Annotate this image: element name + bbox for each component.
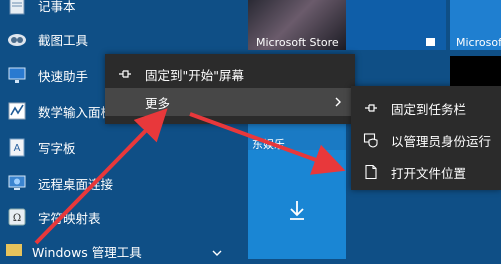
submenu-more: 固定到任务栏 以管理员身份运行 打开文件位置: [351, 86, 501, 190]
download-arrow-icon: [290, 201, 304, 220]
notepad-icon: [9, 0, 25, 15]
menu-label: 打开文件位置: [391, 165, 467, 181]
tile-right-label: Microsoft: [456, 36, 501, 49]
menu-item-pin-start[interactable]: 固定到"开始"屏幕: [105, 60, 355, 88]
math-input-icon: [8, 102, 26, 120]
tile-download[interactable]: [248, 150, 346, 259]
app-label: 字符映射表: [38, 210, 101, 226]
group-label: Windows 管理工具: [32, 244, 142, 260]
quick-assist-icon: [8, 67, 26, 83]
pin-icon: [119, 70, 131, 78]
pin-icon: [365, 104, 377, 112]
folder-icon: [6, 244, 22, 256]
svg-text:Ω: Ω: [13, 213, 21, 224]
snipping-tool-icon: [8, 34, 26, 46]
app-item-wordpad[interactable]: A 写字板: [0, 134, 230, 160]
app-label: 截图工具: [38, 32, 89, 48]
svg-text:A: A: [14, 143, 21, 154]
context-menu: 固定到"开始"屏幕 更多: [105, 54, 355, 124]
app-label: 数学输入面板: [38, 104, 114, 120]
chevron-right-icon: [335, 97, 341, 107]
shopping-bag-icon: [426, 38, 435, 46]
app-label: 快速助手: [38, 68, 89, 84]
character-map-icon: Ω: [8, 208, 26, 226]
tile-microsoft-store[interactable]: Microsoft Store: [256, 0, 446, 50]
submenu-item-pin-taskbar[interactable]: 固定到任务栏: [351, 94, 501, 122]
app-item-snipping-tool[interactable]: 截图工具: [0, 26, 230, 52]
app-label: 记事本: [38, 0, 76, 14]
tile-microsoft-right[interactable]: Microsoft: [450, 0, 501, 50]
submenu-item-run-admin[interactable]: 以管理员身份运行: [351, 126, 501, 154]
app-label: 远程桌面连接: [38, 176, 114, 192]
menu-label: 更多: [145, 95, 171, 111]
group-windows-admin-tools[interactable]: Windows 管理工具: [0, 238, 240, 264]
app-item-notepad[interactable]: 记事本: [0, 0, 230, 18]
submenu-item-open-location[interactable]: 打开文件位置: [351, 158, 501, 186]
app-item-character-map[interactable]: Ω 字符映射表: [0, 204, 230, 230]
menu-label: 固定到任务栏: [391, 101, 467, 117]
menu-label: 以管理员身份运行: [391, 133, 492, 149]
chevron-down-icon: [212, 250, 222, 256]
wordpad-icon: A: [9, 138, 25, 157]
remote-desktop-icon: [8, 175, 26, 190]
app-item-remote-desktop[interactable]: 远程桌面连接: [0, 170, 230, 196]
tile-store-label: Microsoft Store: [256, 36, 339, 49]
app-label: 写字板: [38, 140, 76, 156]
admin-shield-icon: [363, 133, 378, 148]
file-icon: [365, 164, 377, 180]
menu-label: 固定到"开始"屏幕: [145, 67, 244, 83]
menu-item-more[interactable]: 更多: [105, 88, 355, 116]
